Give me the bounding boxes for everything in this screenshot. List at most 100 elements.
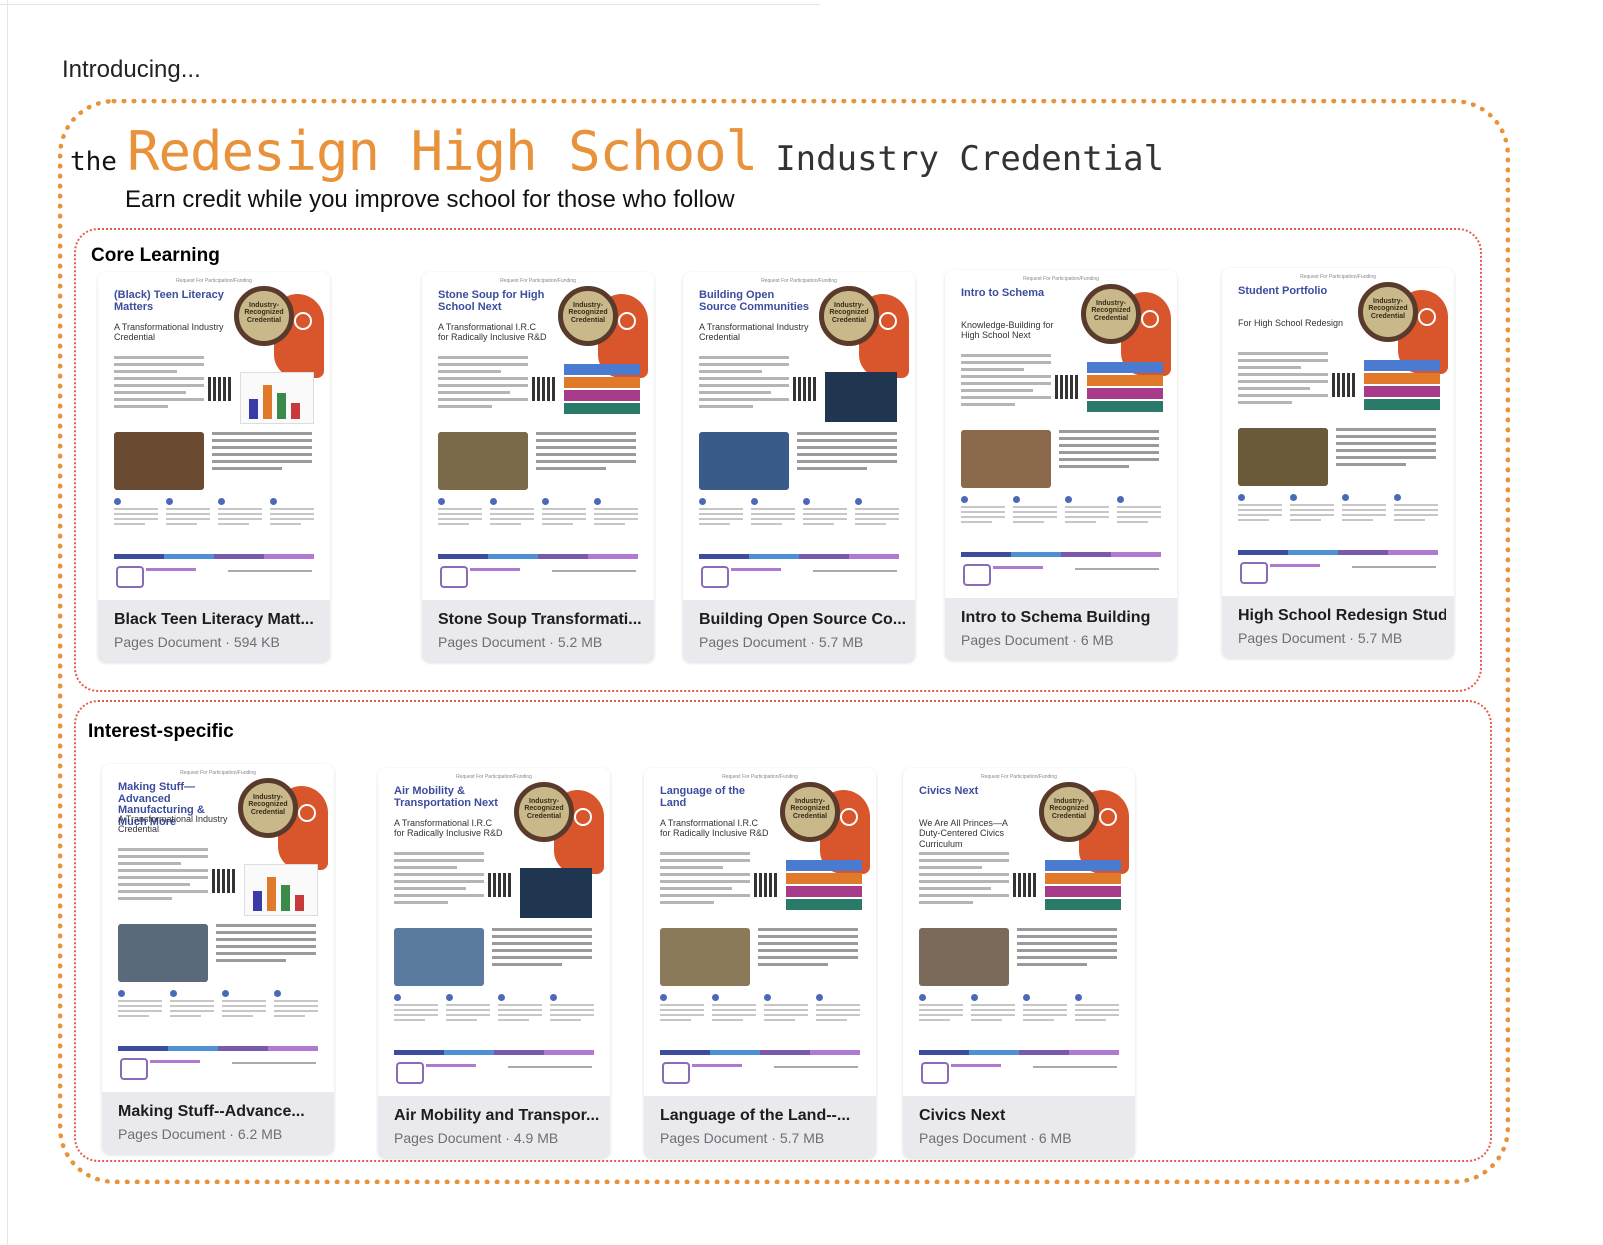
thumb-quote: [216, 924, 316, 966]
section-label-core: Core Learning: [91, 245, 220, 266]
thumb-footer-strip: [961, 552, 1161, 557]
document-name: Building Open Source Co...: [699, 611, 907, 628]
thumb-quote: [212, 432, 312, 474]
document-meta[interactable]: Black Teen Literacy Matt... Pages Docume…: [98, 600, 330, 662]
document-thumbnail[interactable]: Request For Participation/Funding Civics…: [903, 768, 1135, 1096]
document-name: Making Stuff--Advance...: [118, 1103, 305, 1120]
document-thumbnail[interactable]: Request For Participation/Funding Stone …: [422, 272, 654, 600]
thumb-footer-strip: [394, 1050, 594, 1055]
document-card[interactable]: Request For Participation/Funding Civics…: [903, 768, 1135, 1158]
thumb-title: (Black) Teen Literacy Matters: [114, 289, 224, 313]
thumb-footer-text: [1270, 564, 1320, 567]
document-card[interactable]: Request For Participation/Funding Studen…: [1222, 268, 1454, 658]
thumb-body-text: [1238, 352, 1328, 408]
thumb-footer-url: [774, 1066, 858, 1068]
document-meta[interactable]: Making Stuff--Advance... Pages Document …: [102, 1092, 334, 1154]
thumb-photo: [660, 928, 750, 986]
thumb-quote: [492, 928, 592, 970]
school-logo-icon: [120, 1058, 148, 1080]
page-title: the Redesign High School Industry Credenti…: [70, 120, 1164, 183]
document-card[interactable]: Request For Participation/Funding (Black…: [98, 272, 330, 662]
document-info: Pages Document · 594 KB: [114, 634, 280, 650]
thumb-quote: [797, 432, 897, 474]
document-meta[interactable]: Building Open Source Co... Pages Documen…: [683, 600, 915, 662]
thumb-subtitle: For High School Redesign: [1238, 318, 1344, 328]
document-meta[interactable]: Intro to Schema Building Pages Document …: [945, 598, 1177, 660]
document-thumbnail[interactable]: Request For Participation/Funding Buildi…: [683, 272, 915, 600]
thumb-rfp-label: Request For Participation/Funding: [176, 278, 252, 284]
document-card[interactable]: Request For Participation/Funding Air Mo…: [378, 768, 610, 1158]
document-meta[interactable]: Language of the Land--... Pages Document…: [644, 1096, 876, 1158]
document-info: Pages Document · 5.7 MB: [660, 1130, 825, 1146]
document-name: High School Redesign Stud...: [1238, 607, 1446, 624]
metrics-panel: [1364, 360, 1440, 420]
qr-code-icon: [532, 377, 556, 401]
thumb-footer-strip: [699, 554, 899, 559]
intro-text: Introducing...: [62, 56, 201, 83]
qr-code-icon: [212, 869, 236, 893]
gear-icon: [840, 808, 858, 826]
thumb-quote: [536, 432, 636, 474]
thumb-body-text: [438, 356, 528, 412]
document-name: Stone Soup Transformati...: [438, 611, 642, 628]
document-thumbnail[interactable]: Request For Participation/Funding Langua…: [644, 768, 876, 1096]
document-meta[interactable]: Stone Soup Transformati... Pages Documen…: [422, 600, 654, 662]
qr-code-icon: [1332, 373, 1356, 397]
thumb-subtitle: A Transformational Industry Credential: [118, 814, 228, 835]
thumb-rfp-label: Request For Participation/Funding: [722, 774, 798, 780]
thumb-icon-columns: [699, 498, 899, 542]
thumb-subtitle: A Transformational Industry Credential: [699, 322, 809, 343]
document-info: Pages Document · 4.9 MB: [394, 1130, 559, 1146]
document-thumbnail[interactable]: Request For Participation/Funding Making…: [102, 764, 334, 1092]
document-thumbnail[interactable]: Request For Participation/Funding Intro …: [945, 270, 1177, 598]
document-name: Language of the Land--...: [660, 1107, 851, 1124]
document-kind: Pages Document: [699, 634, 807, 650]
badge-text: Industry-Recognized Credential: [829, 302, 869, 324]
document-thumbnail[interactable]: Request For Participation/Funding (Black…: [98, 272, 330, 600]
thumb-footer-text: [470, 568, 520, 571]
document-kind: Pages Document: [660, 1130, 768, 1146]
document-info: Pages Document · 5.7 MB: [699, 634, 864, 650]
document-info: Pages Document · 6 MB: [919, 1130, 1072, 1146]
document-size: 6 MB: [1038, 1130, 1072, 1146]
badge-text: Industry-Recognized Credential: [524, 798, 564, 820]
thumb-icon-columns: [1238, 494, 1438, 538]
thumb-quote: [758, 928, 858, 970]
badge-text: Industry-Recognized Credential: [248, 794, 288, 816]
document-card[interactable]: Request For Participation/Funding Intro …: [945, 270, 1177, 660]
thumb-body-text: [919, 852, 1009, 908]
document-thumbnail[interactable]: Request For Participation/Funding Studen…: [1222, 268, 1454, 596]
thumb-rfp-label: Request For Participation/Funding: [1300, 274, 1376, 280]
school-logo-icon: [701, 566, 729, 588]
document-card[interactable]: Request For Participation/Funding Buildi…: [683, 272, 915, 662]
document-meta[interactable]: High School Redesign Stud... Pages Docum…: [1222, 596, 1454, 658]
thumb-body-text: [961, 354, 1051, 410]
qr-code-icon: [1013, 873, 1037, 897]
gear-icon: [294, 312, 312, 330]
thumb-footer-text: [993, 566, 1043, 569]
document-kind: Pages Document: [961, 632, 1069, 648]
document-thumbnail[interactable]: Request For Participation/Funding Air Mo…: [378, 768, 610, 1096]
qr-code-icon: [754, 873, 778, 897]
document-name: Intro to Schema Building: [961, 609, 1151, 626]
qr-code-icon: [1055, 375, 1079, 399]
school-logo-icon: [440, 566, 468, 588]
document-kind: Pages Document: [919, 1130, 1027, 1146]
document-meta[interactable]: Civics Next Pages Document · 6 MB: [903, 1096, 1135, 1158]
thumb-body-text: [118, 848, 208, 904]
thumb-rfp-label: Request For Participation/Funding: [180, 770, 256, 776]
document-meta[interactable]: Air Mobility and Transpor... Pages Docum…: [378, 1096, 610, 1158]
thumb-footer-strip: [438, 554, 638, 559]
thumb-body-text: [394, 852, 484, 908]
thumb-rfp-label: Request For Participation/Funding: [456, 774, 532, 780]
qr-code-icon: [208, 377, 232, 401]
gear-icon: [1418, 308, 1436, 326]
thumb-subtitle: We Are All Princes—A Duty-Centered Civic…: [919, 818, 1008, 849]
section-label-interest: Interest-specific: [88, 721, 234, 742]
gear-icon: [298, 804, 316, 822]
thumb-icon-columns: [961, 496, 1161, 540]
document-card[interactable]: Request For Participation/Funding Langua…: [644, 768, 876, 1158]
document-card[interactable]: Request For Participation/Funding Making…: [102, 764, 334, 1154]
document-card[interactable]: Request For Participation/Funding Stone …: [422, 272, 654, 662]
document-name: Black Teen Literacy Matt...: [114, 611, 314, 628]
